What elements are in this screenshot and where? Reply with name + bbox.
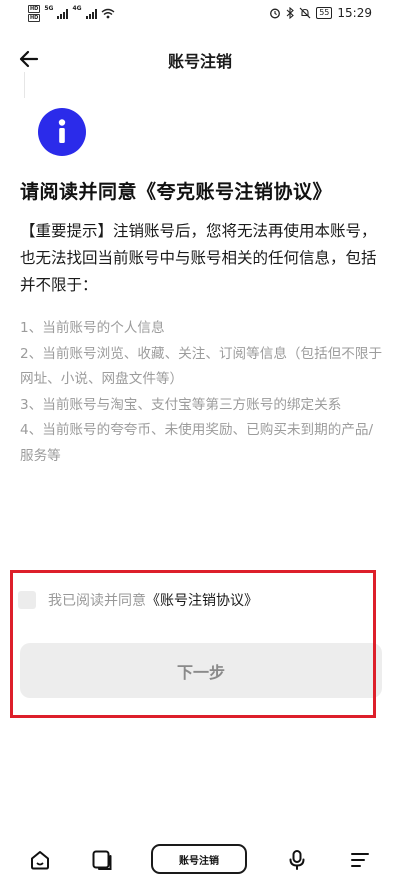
signal-icon-2 bbox=[85, 8, 97, 19]
home-button[interactable] bbox=[28, 848, 52, 872]
hd-badge-1: HD bbox=[28, 5, 41, 13]
signal-icon-1 bbox=[57, 8, 69, 19]
divider bbox=[24, 72, 25, 98]
mute-icon bbox=[299, 7, 311, 19]
hd-badges: HD HD bbox=[28, 5, 41, 22]
hd-badge-2: HD bbox=[28, 14, 41, 22]
terms-list: 1、当前账号的个人信息 2、当前账号浏览、收藏、关注、订阅等信息（包括但不限于网… bbox=[20, 316, 385, 469]
list-item: 1、当前账号的个人信息 bbox=[20, 320, 165, 336]
current-page-pill[interactable]: 账号注销 bbox=[151, 844, 247, 874]
status-time: 15:29 bbox=[337, 6, 372, 20]
agree-checkbox[interactable] bbox=[18, 591, 36, 609]
info-icon bbox=[38, 108, 86, 156]
network-type-2: 4G bbox=[72, 5, 82, 12]
list-item: 2、当前账号浏览、收藏、关注、订阅等信息（包括但不限于网址、小说、网盘文件等） bbox=[20, 345, 383, 388]
page-title: 账号注销 bbox=[167, 52, 232, 71]
battery-icon: 55 bbox=[316, 7, 333, 19]
agreement-row: 我已阅读并同意 《账号注销协议》 bbox=[18, 590, 258, 610]
next-step-button[interactable]: 下一步 bbox=[20, 643, 382, 698]
agreement-link[interactable]: 《账号注销协议》 bbox=[146, 590, 258, 610]
status-bar: HD HD 5G 4G 55 15:29 bbox=[0, 0, 400, 30]
menu-button[interactable] bbox=[348, 848, 372, 872]
list-item: 3、当前账号与淘宝、支付宝等第三方账号的绑定关系 bbox=[20, 396, 342, 413]
important-notice: 【重要提示】注销账号后，您将无法再使用本账号，也无法找回当前账号中与账号相关的任… bbox=[20, 222, 377, 294]
alarm-icon bbox=[270, 8, 281, 19]
multi-window-button[interactable] bbox=[90, 848, 114, 872]
bottom-bar: 账号注销 bbox=[0, 840, 400, 880]
status-right: 55 15:29 bbox=[269, 6, 372, 20]
wifi-icon bbox=[101, 8, 115, 19]
network-type-1: 5G bbox=[44, 5, 54, 12]
voice-button[interactable] bbox=[285, 848, 309, 872]
list-item: 4、当前账号的夸夸币、未使用奖励、已购买未到期的产品/服务等 bbox=[20, 422, 374, 464]
home-icon bbox=[31, 851, 49, 870]
multi-window-icon bbox=[92, 850, 112, 870]
agree-label: 我已阅读并同意 bbox=[48, 593, 146, 609]
menu-icon bbox=[351, 853, 369, 867]
bluetooth-icon bbox=[286, 7, 295, 19]
status-left: HD HD 5G 4G bbox=[28, 5, 115, 22]
microphone-icon bbox=[289, 850, 305, 870]
agreement-headline: 请阅读并同意《夸克账号注销协议》 bbox=[20, 181, 333, 203]
